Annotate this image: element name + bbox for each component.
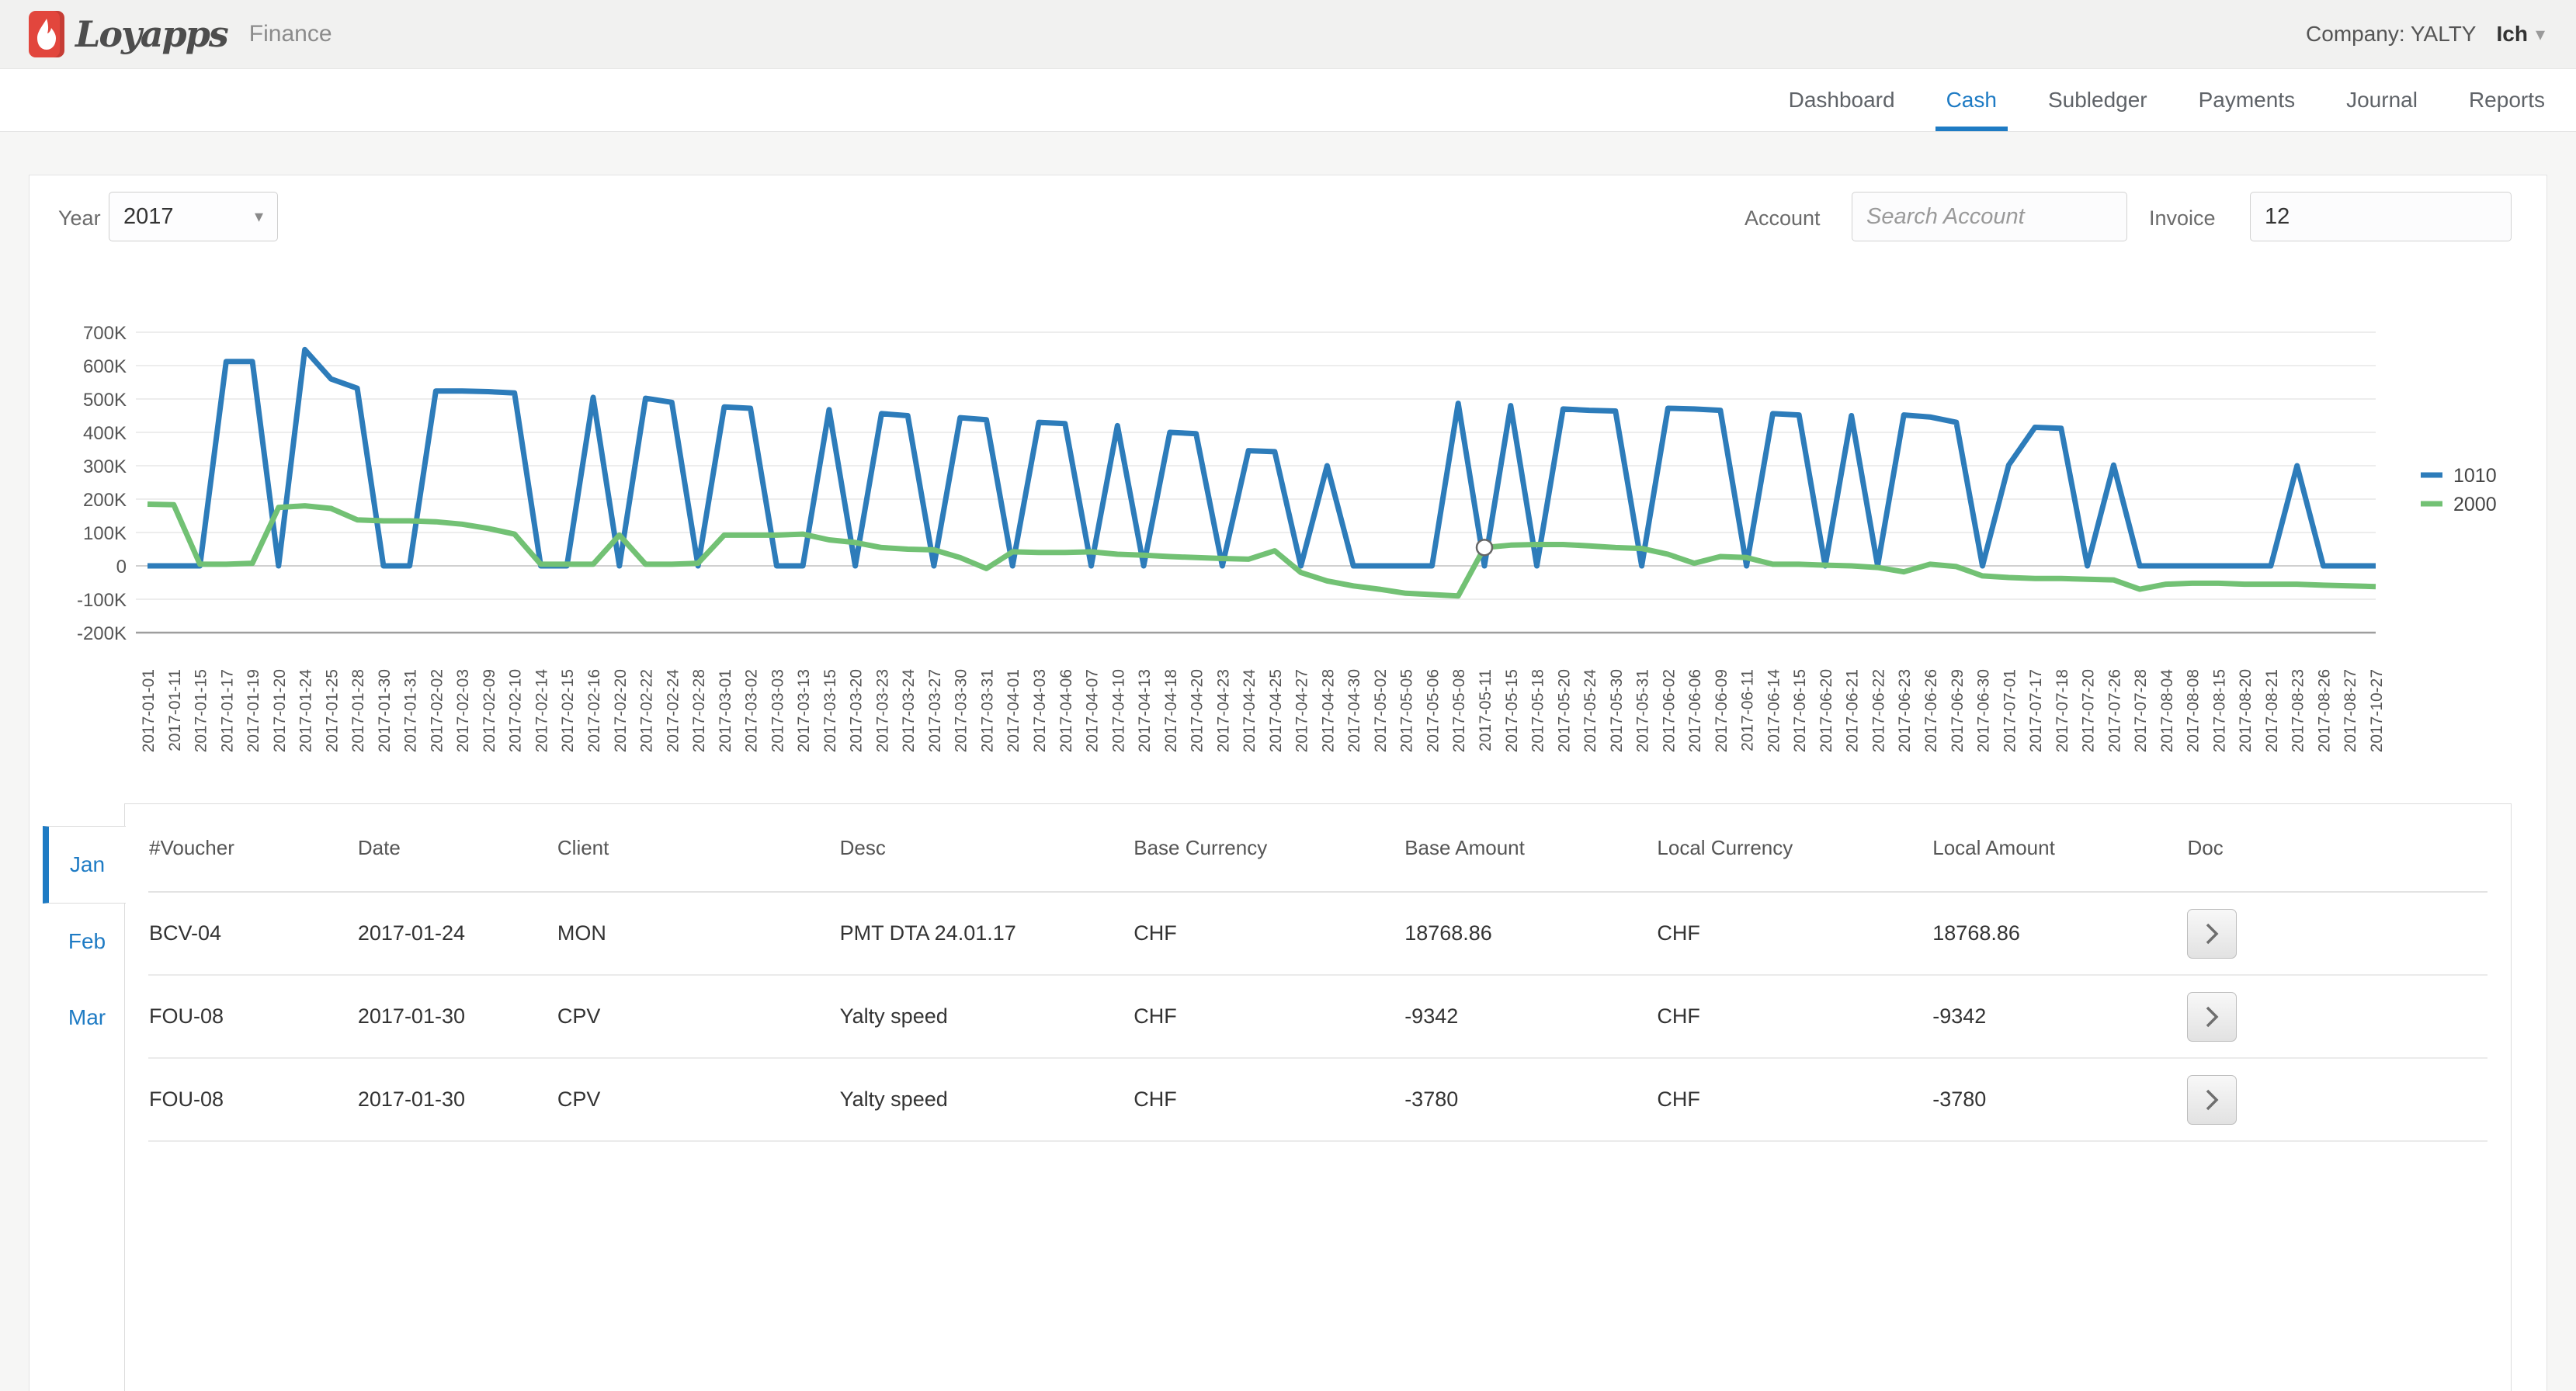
nav-item-dashboard[interactable]: Dashboard [1789,69,1895,131]
cell-local-currency: CHF [1656,1058,1932,1141]
cell-date: 2017-01-24 [357,892,557,975]
flame-icon [35,18,58,50]
column-header: Base Amount [1404,804,1656,892]
column-header: Local Currency [1656,804,1932,892]
cell-local-currency: CHF [1656,892,1932,975]
column-header: Desc [839,804,1134,892]
column-header: Date [357,804,557,892]
cell-desc: PMT DTA 24.01.17 [839,892,1134,975]
cell-local-amount: -9342 [1932,975,2186,1058]
nav-item-cash[interactable]: Cash [1946,69,1997,131]
cell-local-amount: 18768.86 [1932,892,2186,975]
account-search-input[interactable] [1852,192,2127,241]
table-row: FOU-08 2017-01-30 CPV Yalty speed CHF -9… [148,975,2487,1058]
cell-base-currency: CHF [1133,892,1404,975]
table-row: FOU-08 2017-01-30 CPV Yalty speed CHF -3… [148,1058,2487,1141]
brand-name: Loyapps [75,13,227,55]
chevron-right-icon [2203,1005,2220,1029]
column-header: Local Amount [1932,804,2186,892]
account-label: Account [1745,206,1821,231]
company-label: Company: YALTY [2306,22,2476,47]
column-header: Base Currency [1133,804,1404,892]
year-label: Year [58,206,101,231]
doc-button[interactable] [2187,909,2237,959]
month-tab-feb[interactable]: Feb [49,904,125,980]
cell-base-currency: CHF [1133,975,1404,1058]
app-header: Loyapps Finance Company: YALTY Ich ▾ [0,0,2576,69]
invoice-label: Invoice [2149,206,2216,231]
nav-item-reports[interactable]: Reports [2469,69,2545,131]
cell-client: CPV [557,975,839,1058]
cell-date: 2017-01-30 [357,975,557,1058]
ledger-table-panel: #VoucherDateClientDescBase CurrencyBase … [124,803,2512,1391]
doc-button[interactable] [2187,1075,2237,1125]
cell-local-amount: -3780 [1932,1058,2186,1141]
table-row: BCV-04 2017-01-24 MON PMT DTA 24.01.17 C… [148,892,2487,975]
chevron-down-icon: ▾ [2536,23,2545,46]
column-header: #Voucher [148,804,357,892]
cell-client: CPV [557,1058,839,1141]
cell-base-amount: -3780 [1404,1058,1656,1141]
doc-button[interactable] [2187,992,2237,1042]
brand: Loyapps Finance [0,11,332,57]
cell-doc [2186,892,2487,975]
column-header: Client [557,804,839,892]
cell-voucher: FOU-08 [148,975,357,1058]
cell-client: MON [557,892,839,975]
cell-desc: Yalty speed [839,1058,1134,1141]
cell-date: 2017-01-30 [357,1058,557,1141]
table-header-row: #VoucherDateClientDescBase CurrencyBase … [148,804,2487,892]
year-select[interactable]: 2017 ▾ [109,192,278,241]
ledger-table: #VoucherDateClientDescBase CurrencyBase … [148,804,2487,1142]
nav-item-journal[interactable]: Journal [2346,69,2418,131]
month-tabs: JanFebMar [49,826,125,1056]
year-value: 2017 [123,204,174,230]
cell-local-currency: CHF [1656,975,1932,1058]
loyapps-logo-icon [29,11,64,57]
chevron-down-icon: ▾ [255,206,263,227]
user-name: Ich [2496,22,2527,47]
cell-voucher: FOU-08 [148,1058,357,1141]
cell-voucher: BCV-04 [148,892,357,975]
chevron-right-icon [2203,922,2220,945]
invoice-input[interactable] [2250,192,2512,241]
main-nav: Dashboard Cash Subledger Payments Journal Rep… [0,69,2576,132]
user-menu[interactable]: Ich ▾ [2496,22,2545,47]
header-right: Company: YALTY Ich ▾ [2306,22,2576,47]
cell-base-amount: -9342 [1404,975,1656,1058]
cell-doc [2186,975,2487,1058]
cell-desc: Yalty speed [839,975,1134,1058]
chevron-right-icon [2203,1088,2220,1112]
cell-base-amount: 18768.86 [1404,892,1656,975]
nav-item-payments[interactable]: Payments [2199,69,2296,131]
cell-doc [2186,1058,2487,1141]
app-title: Finance [249,21,332,47]
page: Loyapps Finance Company: YALTY Ich ▾ Das… [0,0,2576,1391]
month-tab-jan[interactable]: Jan [43,826,126,904]
month-tab-mar[interactable]: Mar [49,980,125,1056]
cell-base-currency: CHF [1133,1058,1404,1141]
column-header: Doc [2186,804,2487,892]
nav-item-subledger[interactable]: Subledger [2048,69,2147,131]
